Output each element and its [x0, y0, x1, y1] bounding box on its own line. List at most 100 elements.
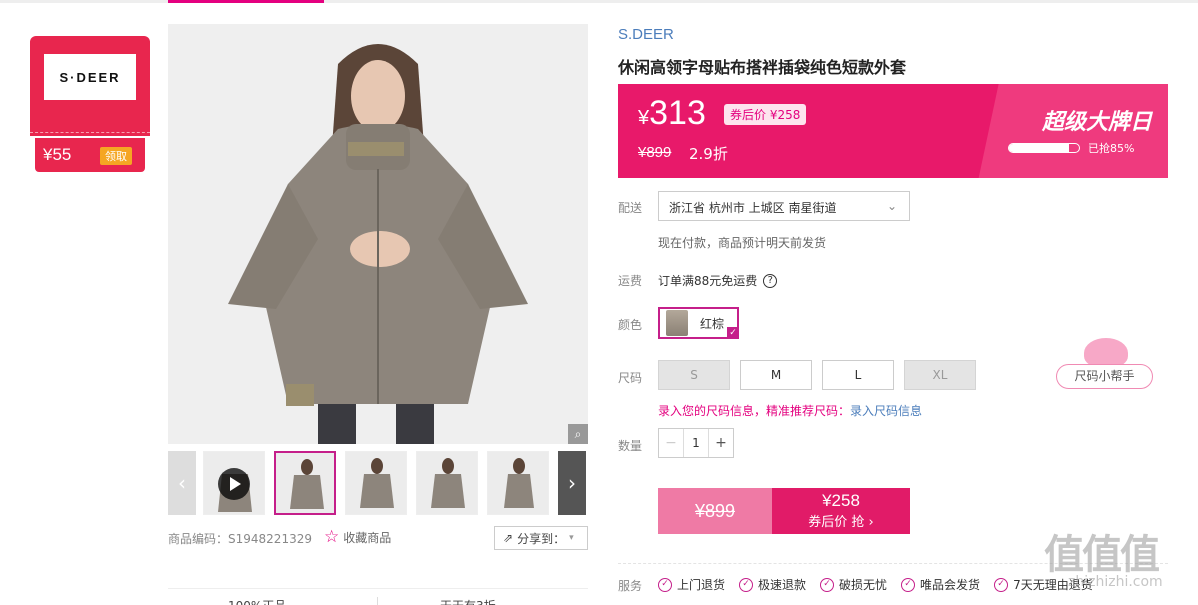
size-option-m[interactable]: M	[740, 360, 812, 390]
service-item: ✓ 上门退货	[658, 576, 725, 593]
service-label: 唯品会发货	[920, 578, 981, 592]
site-watermark: 值值值 zhizhizhi.com	[1044, 522, 1194, 602]
product-title: 休闲高领字母贴布搭袢插袋纯色短款外套	[618, 58, 907, 77]
favorite-button[interactable]: ☆ 收藏商品	[324, 527, 391, 547]
thumbnail-image	[488, 452, 548, 514]
check-circle-icon: ✓	[739, 577, 754, 592]
service-label: 破损无忧	[839, 578, 888, 592]
chevron-down-icon: ⌄	[886, 199, 897, 213]
increase-button[interactable]: +	[708, 429, 733, 457]
service-item: ✓ 极速退款	[739, 576, 806, 593]
color-swatch	[666, 310, 688, 336]
thumbnail-image	[276, 453, 334, 513]
authentic-tag: 100%正品	[228, 597, 286, 605]
size-option-s[interactable]: S	[658, 360, 730, 390]
service-label: 上门退货	[677, 578, 726, 592]
currency-symbol: ¥	[638, 107, 650, 129]
size-label: 尺码	[618, 371, 643, 385]
brand-card[interactable]: S·DEER	[30, 36, 150, 136]
watermark-url: zhizhizhi.com	[1068, 574, 1163, 590]
original-price: ¥899	[638, 144, 672, 161]
buy-action-label: 券后价 抢 ›	[808, 515, 874, 530]
thumbnail-image	[417, 452, 477, 514]
original-price-button[interactable]: ¥899	[658, 488, 772, 534]
play-icon	[218, 468, 250, 500]
tag-separator	[377, 597, 378, 605]
delivery-note: 现在付款，商品预计明天前发货	[658, 236, 827, 250]
size-tip-text: 录入您的尺码信息，精准推荐尺码：	[658, 404, 851, 418]
current-price-value: 313	[649, 94, 706, 132]
decrease-button[interactable]: −	[659, 429, 684, 457]
quantity-label: 数量	[618, 439, 643, 453]
check-icon: ✓	[727, 327, 739, 339]
size-helper[interactable]: 尺码小帮手	[1056, 338, 1154, 390]
thumbnail-front[interactable]	[274, 451, 336, 515]
brand-logo: S·DEER	[44, 54, 136, 100]
claim-coupon-button[interactable]: 领取	[100, 147, 132, 165]
size-helper-label: 尺码小帮手	[1056, 364, 1153, 389]
favorite-label: 收藏商品	[343, 530, 392, 545]
brand-link[interactable]: S.DEER	[618, 26, 674, 43]
service-label: 极速退款	[758, 578, 807, 592]
sold-progress-fill	[1009, 144, 1069, 152]
quantity-stepper: − 1 +	[658, 428, 734, 458]
shipping-label: 运费	[618, 274, 643, 288]
thumbnail-side[interactable]	[487, 451, 549, 515]
coupon-amount: ¥55	[43, 145, 72, 164]
buy-with-coupon-button[interactable]: ¥258 券后价 抢 ›	[772, 488, 910, 534]
coupon-divider	[30, 132, 150, 133]
daily-discount-tag: 天天有3折	[440, 597, 496, 605]
thumbnail-image	[346, 452, 406, 514]
star-icon: ☆	[324, 527, 340, 547]
price-banner: ¥313 券后价 ¥258 ¥899 2.9折 超级大牌日 已抢85%	[618, 84, 1168, 178]
size-option-xl[interactable]: XL	[904, 360, 976, 390]
service-item: ✓ 破损无忧	[820, 576, 887, 593]
check-circle-icon: ✓	[658, 577, 672, 592]
coupon-price-badge: 券后价 ¥258	[724, 104, 807, 125]
check-circle-icon: ✓	[994, 577, 1009, 592]
quantity-input[interactable]: 1	[684, 429, 708, 457]
current-price: ¥313	[638, 94, 706, 133]
brand-coupon: ¥55 领取	[35, 138, 145, 172]
sold-progress-bar	[1008, 143, 1080, 153]
thumbnail-back[interactable]	[345, 451, 407, 515]
services-list: ✓ 上门退货 ✓ 极速退款 ✓ 破损无忧 ✓ 唯品会发货 ✓ 7天无理由退货	[658, 576, 1093, 593]
chevron-left-icon[interactable]: ‹	[168, 451, 196, 515]
product-code-value: S1948221329	[228, 532, 312, 546]
promo-title: 超级大牌日	[1042, 110, 1153, 135]
guarantee-tags: 100%正品 天天有3折	[168, 588, 588, 605]
delivery-label: 配送	[618, 201, 643, 215]
share-label: 分享到：	[517, 531, 566, 546]
magnifier-icon[interactable]: ⌕	[568, 424, 588, 444]
share-icon: ⇗	[503, 531, 514, 545]
thumbnail-video[interactable]	[203, 451, 265, 515]
chevron-down-icon: ▾	[569, 533, 574, 543]
check-circle-icon: ✓	[820, 577, 835, 592]
product-code-label: 商品编码：	[168, 532, 229, 546]
shipping-info: 订单满88元免运费 ?	[658, 272, 778, 289]
check-circle-icon: ✓	[901, 577, 916, 592]
product-code: 商品编码：S1948221329	[168, 530, 312, 547]
service-item: ✓ 唯品会发货	[901, 576, 980, 593]
size-option-l[interactable]: L	[822, 360, 894, 390]
size-info-link[interactable]: 录入尺码信息	[850, 404, 922, 418]
size-tip: 录入您的尺码信息，精准推荐尺码：录入尺码信息	[658, 402, 922, 419]
question-icon[interactable]: ?	[763, 273, 778, 288]
main-product-image[interactable]	[168, 24, 588, 444]
discount-rate: 2.9折	[689, 145, 728, 163]
color-label: 颜色	[618, 318, 643, 332]
delivery-address-select[interactable]: 浙江省 杭州市 上城区 南星街道 ⌄	[658, 191, 910, 221]
services-label: 服务	[618, 579, 643, 593]
share-button[interactable]: ⇗ 分享到： ▾	[494, 526, 588, 550]
product-photo	[168, 24, 588, 444]
delivery-address: 浙江省 杭州市 上城区 南星街道	[669, 201, 837, 215]
color-name: 红棕	[700, 316, 725, 331]
thumbnail-front-2[interactable]	[416, 451, 478, 515]
color-option-selected[interactable]: 红棕 ✓	[658, 307, 739, 339]
watermark-logo: 值值值	[1044, 532, 1160, 578]
sold-percent-label: 已抢85%	[1088, 142, 1135, 155]
active-tab-indicator	[168, 0, 324, 3]
buy-coupon-price: ¥258	[822, 491, 860, 510]
shipping-text: 订单满88元免运费	[658, 274, 758, 288]
chevron-right-icon[interactable]: ›	[558, 451, 586, 515]
